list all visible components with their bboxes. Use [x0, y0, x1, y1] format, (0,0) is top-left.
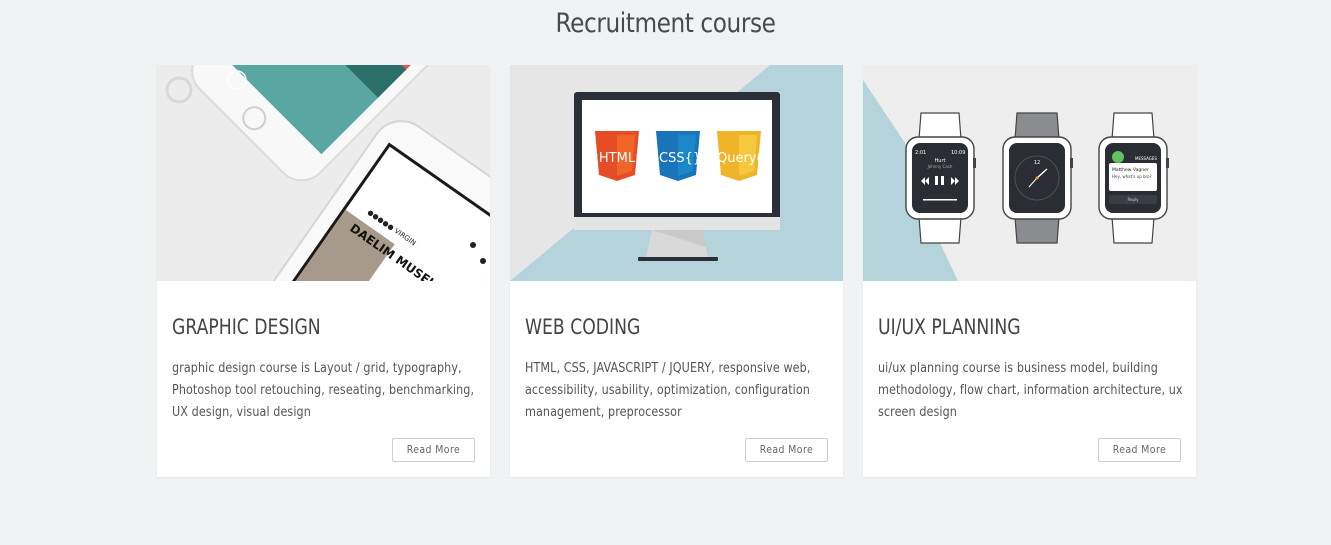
uiux-planning-image: 2:01 10:09 Hurt Johnny Cash 12 MESSAGES … — [863, 65, 1196, 281]
read-more-button[interactable]: Read More — [745, 438, 828, 462]
watch1-artist: Johnny Cash — [927, 164, 953, 169]
watch3-sender: Matthew Vagner — [1112, 167, 1149, 173]
card-description: ui/ux planning course is business model,… — [878, 361, 1183, 420]
card-title: UI/UX PLANNING — [878, 315, 1021, 339]
graphic-design-image: ●●●●● VIRGIN DAELIM MUSEI — [157, 65, 490, 281]
watch3-reply: Reply — [1127, 197, 1139, 202]
course-card-uiux-planning: 2:01 10:09 Hurt Johnny Cash 12 MESSAGES … — [863, 65, 1196, 477]
course-card-web-coding: <HTML> .CSS{} jQuery() WEB CODING HTML, … — [510, 65, 843, 477]
card-title: GRAPHIC DESIGN — [172, 315, 321, 339]
read-more-button[interactable]: Read More — [1098, 438, 1181, 462]
card-description: graphic design course is Layout / grid, … — [172, 361, 475, 420]
jquery-badge-text: jQuery() — [712, 151, 766, 166]
course-card-graphic-design: ●●●●● VIRGIN DAELIM MUSEI GRAPHIC DESIGN… — [157, 65, 490, 477]
web-coding-image: <HTML> .CSS{} jQuery() — [510, 65, 843, 281]
card-description: HTML, CSS, JAVASCRIPT / JQUERY, responsi… — [525, 361, 811, 420]
watch3-message: Hey, what's up bro? — [1112, 174, 1152, 179]
css-badge-text: .CSS{} — [655, 151, 701, 166]
card-title: WEB CODING — [525, 315, 641, 339]
read-more-button[interactable]: Read More — [392, 438, 475, 462]
section-title: Recruitment course — [555, 8, 776, 39]
watch1-time-right: 10:09 — [951, 150, 965, 156]
watch2-hour: 12 — [1034, 160, 1040, 166]
html-badge-text: <HTML> — [588, 151, 646, 166]
watch3-header: MESSAGES — [1135, 156, 1157, 161]
watch1-time-left: 2:01 — [915, 150, 926, 156]
